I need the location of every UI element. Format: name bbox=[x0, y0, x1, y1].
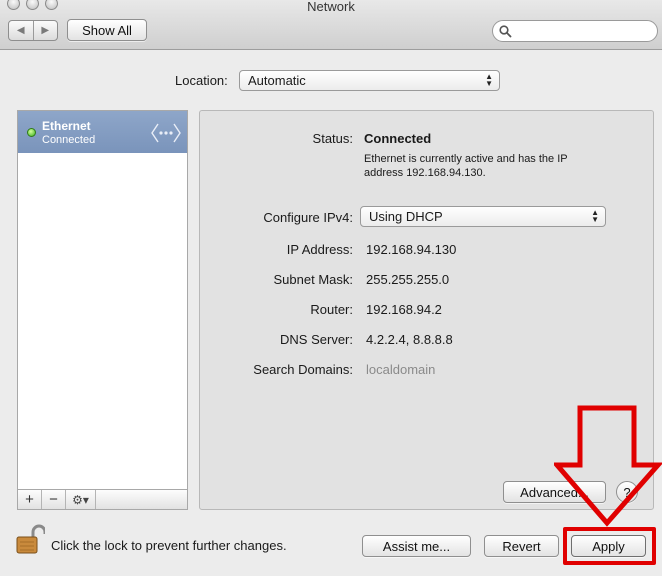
status-label: Status: bbox=[312, 131, 353, 146]
ip-address-value: 192.168.94.130 bbox=[366, 242, 457, 257]
location-label: Location: bbox=[175, 73, 228, 88]
configure-ipv4-value: Using DHCP bbox=[369, 209, 443, 224]
toolbar: Network ◀ ▶ Show All bbox=[0, 0, 662, 50]
updown-arrows-icon: ▲ ▼ bbox=[591, 208, 599, 224]
ip-address-label: IP Address: bbox=[286, 242, 353, 257]
service-list-footer: + − ⚙▾ bbox=[17, 489, 188, 510]
subnet-mask-value: 255.255.255.0 bbox=[366, 272, 450, 287]
search-domains-label: Search Domains: bbox=[253, 362, 353, 377]
show-all-button[interactable]: Show All bbox=[67, 19, 147, 41]
window-title: Network bbox=[307, 0, 355, 14]
router-label: Router: bbox=[310, 302, 353, 317]
lock-icon[interactable] bbox=[15, 524, 45, 556]
down-arrow-annotation-icon bbox=[554, 405, 662, 527]
updown-arrows-icon: ▲ ▼ bbox=[485, 72, 493, 88]
lock-description: Click the lock to prevent further change… bbox=[51, 538, 287, 553]
search-domains-value: localdomain bbox=[366, 362, 436, 377]
forward-button[interactable]: ▶ bbox=[32, 21, 58, 40]
service-name: Ethernet bbox=[42, 119, 91, 133]
back-button[interactable]: ◀ bbox=[9, 21, 33, 40]
assist-me-button[interactable]: Assist me... bbox=[362, 535, 471, 557]
dns-server-label: DNS Server: bbox=[280, 332, 353, 347]
add-service-button[interactable]: + bbox=[18, 490, 42, 509]
subnet-mask-label: Subnet Mask: bbox=[273, 272, 354, 287]
search-icon bbox=[499, 25, 512, 38]
status-description-line2: address 192.168.94.130. bbox=[364, 167, 486, 179]
back-forward-group: ◀ ▶ bbox=[8, 20, 58, 41]
network-preferences-window: Network ◀ ▶ Show All Location: Automatic… bbox=[0, 0, 662, 576]
ethernet-icon bbox=[151, 123, 181, 143]
location-popup[interactable]: Automatic ▲ ▼ bbox=[239, 70, 500, 91]
location-value: Automatic bbox=[248, 73, 306, 88]
configure-ipv4-label: Configure IPv4: bbox=[263, 210, 353, 225]
service-status: Connected bbox=[42, 134, 96, 146]
forward-arrow-icon: ▶ bbox=[41, 25, 50, 36]
status-value: Connected bbox=[364, 131, 432, 146]
revert-button[interactable]: Revert bbox=[484, 535, 559, 557]
search-field[interactable] bbox=[492, 20, 658, 42]
dns-server-value: 4.2.2.4, 8.8.8.8 bbox=[366, 332, 453, 347]
status-description-line1: Ethernet is currently active and has the… bbox=[364, 153, 568, 165]
service-list[interactable]: Ethernet Connected bbox=[17, 110, 188, 490]
apply-highlight-box bbox=[563, 527, 656, 565]
router-value: 192.168.94.2 bbox=[366, 302, 442, 317]
remove-service-button[interactable]: − bbox=[42, 490, 66, 509]
service-item-ethernet[interactable]: Ethernet Connected bbox=[18, 111, 187, 153]
back-arrow-icon: ◀ bbox=[16, 25, 25, 36]
status-indicator-icon bbox=[27, 128, 36, 137]
gear-menu-button[interactable]: ⚙▾ bbox=[66, 490, 96, 509]
configure-ipv4-popup[interactable]: Using DHCP ▲ ▼ bbox=[360, 206, 606, 227]
